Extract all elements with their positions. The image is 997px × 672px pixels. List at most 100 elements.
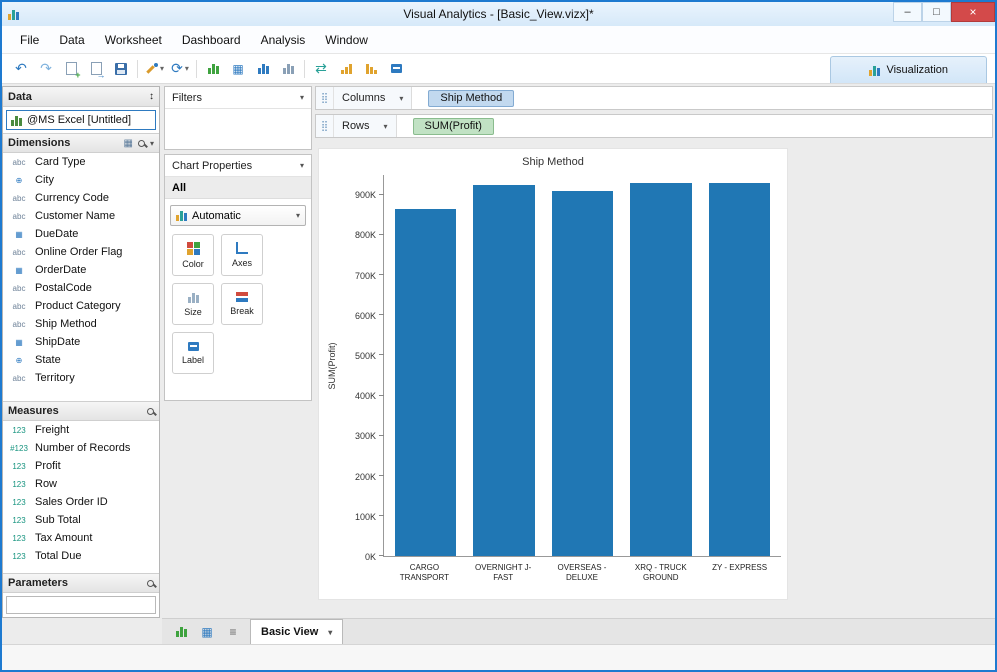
break-button[interactable]: Break bbox=[221, 283, 263, 325]
open-icon[interactable]: → bbox=[87, 59, 106, 80]
new-worksheet-icon[interactable]: + bbox=[62, 59, 81, 80]
dashboard-grid-icon[interactable]: ▦ bbox=[229, 59, 247, 79]
chevron-down-icon[interactable]: ▾ bbox=[300, 161, 304, 170]
dimension-item[interactable]: abc Territory bbox=[3, 369, 159, 387]
sheet-list-icon[interactable]: ≡ bbox=[224, 623, 242, 641]
filters-body[interactable] bbox=[165, 109, 311, 149]
sheet-tab-bar: ▦ ≡ Basic View ▾ bbox=[162, 618, 995, 644]
axes-button[interactable]: Axes bbox=[221, 234, 263, 276]
filters-header[interactable]: Filters ▾ bbox=[165, 87, 311, 109]
color-icon bbox=[186, 241, 200, 255]
bar[interactable] bbox=[551, 191, 614, 556]
chevron-down-icon[interactable]: ▾ bbox=[150, 139, 154, 148]
y-tick-label: 700K bbox=[354, 270, 376, 281]
redo-icon[interactable]: ↷ bbox=[37, 59, 55, 79]
size-button-label: Size bbox=[184, 306, 202, 317]
chevron-down-icon[interactable]: ▾ bbox=[399, 94, 403, 103]
string-icon: abc bbox=[12, 193, 26, 203]
chevron-down-icon[interactable]: ▾ bbox=[384, 122, 388, 131]
bar[interactable] bbox=[473, 185, 535, 556]
visualization-tab[interactable]: Visualization bbox=[830, 56, 987, 83]
data-source-item[interactable]: @MS Excel [Untitled] bbox=[6, 110, 156, 130]
menu-item[interactable]: Analysis bbox=[251, 29, 316, 51]
grip-icon[interactable]: ⣿ bbox=[316, 115, 334, 137]
dimension-label: Card Type bbox=[35, 156, 86, 168]
dimension-item[interactable]: abc Customer Name bbox=[3, 207, 159, 225]
measure-item[interactable]: #123 Number of Records bbox=[3, 439, 159, 457]
chart-small-icon[interactable] bbox=[279, 59, 297, 79]
search-icon[interactable] bbox=[137, 139, 145, 147]
view-data-icon[interactable]: ▦ bbox=[124, 138, 133, 149]
label-icon[interactable] bbox=[387, 59, 405, 79]
new-dashboard-icon[interactable]: ▦ bbox=[198, 623, 216, 641]
close-button[interactable]: × bbox=[951, 2, 995, 22]
measure-item[interactable]: 123 Sales Order ID bbox=[3, 493, 159, 511]
chevron-down-icon[interactable]: ▾ bbox=[328, 628, 332, 637]
string-icon: abc bbox=[12, 157, 26, 167]
columns-shelf[interactable]: ⣿ Columns ▾ Ship Method bbox=[315, 86, 993, 110]
bar[interactable] bbox=[630, 183, 692, 556]
menu-item[interactable]: Window bbox=[315, 29, 378, 51]
refresh-icon[interactable]: ⟳ ▾ bbox=[171, 59, 189, 79]
measure-item[interactable]: 123 Row bbox=[3, 475, 159, 493]
dimension-item[interactable]: abc PostalCode bbox=[3, 279, 159, 297]
measure-item[interactable]: 123 Tax Amount bbox=[3, 529, 159, 547]
parameters-header[interactable]: Parameters bbox=[3, 573, 159, 593]
dimensions-header[interactable]: Dimensions ▦ ▾ bbox=[3, 133, 159, 153]
dimension-item[interactable]: abc Product Category bbox=[3, 297, 159, 315]
menu-item[interactable]: Data bbox=[49, 29, 94, 51]
grip-icon[interactable]: ⣿ bbox=[316, 87, 334, 109]
label-button[interactable]: Label bbox=[172, 332, 214, 374]
chart-card: Ship Method SUM(Profit) 0K 100K 200K 300K 40… bbox=[318, 148, 788, 600]
measure-item[interactable]: 123 Freight bbox=[3, 421, 159, 439]
menu-item[interactable]: File bbox=[10, 29, 49, 51]
rows-pill[interactable]: SUM(Profit) bbox=[412, 117, 494, 135]
chart-properties-header[interactable]: Chart Properties ▾ bbox=[165, 155, 311, 177]
dimension-item[interactable]: abc Online Order Flag bbox=[3, 243, 159, 261]
bar[interactable] bbox=[394, 209, 456, 556]
color-button[interactable]: Color bbox=[172, 234, 214, 276]
dimension-item[interactable]: ▦ ShipDate bbox=[3, 333, 159, 351]
undo-icon[interactable]: ↶ bbox=[12, 59, 30, 79]
chart-pin-icon[interactable] bbox=[254, 59, 272, 79]
clear-formatting-icon[interactable]: ▾ bbox=[145, 59, 164, 79]
dimension-item[interactable]: abc Currency Code bbox=[3, 189, 159, 207]
chart-type-select[interactable]: Automatic ▾ bbox=[170, 205, 306, 226]
data-panel-header[interactable]: Data ↕ bbox=[3, 87, 159, 107]
sort-descending-icon[interactable] bbox=[362, 59, 380, 79]
measure-item[interactable]: 123 Profit bbox=[3, 457, 159, 475]
rows-shelf[interactable]: ⣿ Rows ▾ SUM(Profit) bbox=[315, 114, 993, 138]
sort-ascending-icon[interactable] bbox=[337, 59, 355, 79]
menu-item[interactable]: Worksheet bbox=[95, 29, 172, 51]
minimize-button[interactable]: – bbox=[893, 2, 922, 22]
measure-item[interactable]: 123 Total Due bbox=[3, 547, 159, 565]
search-icon[interactable] bbox=[147, 579, 154, 587]
columns-pill[interactable]: Ship Method bbox=[428, 89, 515, 107]
y-tick-label: 900K bbox=[354, 190, 376, 201]
rows-shelf-control[interactable]: ⣿ Rows ▾ bbox=[316, 115, 397, 137]
size-button[interactable]: Size bbox=[172, 283, 214, 325]
status-bar bbox=[2, 644, 995, 670]
save-icon[interactable] bbox=[112, 59, 130, 79]
dimension-item[interactable]: abc Ship Method bbox=[3, 315, 159, 333]
bar[interactable] bbox=[709, 183, 771, 556]
swap-axes-icon[interactable]: ⇄ bbox=[312, 59, 330, 79]
sort-fields-icon[interactable]: ↕ bbox=[149, 91, 154, 102]
search-icon[interactable] bbox=[147, 407, 154, 415]
new-worksheet-icon[interactable] bbox=[172, 623, 190, 641]
parameters-title: Parameters bbox=[8, 577, 68, 589]
dimension-item[interactable]: ⊕ City bbox=[3, 171, 159, 189]
sheet-tab-basic-view[interactable]: Basic View ▾ bbox=[250, 619, 344, 644]
measures-header[interactable]: Measures bbox=[3, 401, 159, 421]
chevron-down-icon[interactable]: ▾ bbox=[300, 93, 304, 102]
dimension-item[interactable]: ▦ DueDate bbox=[3, 225, 159, 243]
columns-shelf-control[interactable]: ⣿ Columns ▾ bbox=[316, 87, 413, 109]
dimension-item[interactable]: ⊕ State bbox=[3, 351, 159, 369]
dimension-item[interactable]: abc Card Type bbox=[3, 153, 159, 171]
add-chart-icon[interactable] bbox=[204, 59, 222, 79]
maximize-button[interactable]: □ bbox=[922, 2, 951, 22]
measure-item[interactable]: 123 Sub Total bbox=[3, 511, 159, 529]
measure-label: Row bbox=[35, 478, 58, 490]
menu-item[interactable]: Dashboard bbox=[172, 29, 251, 51]
dimension-item[interactable]: ▦ OrderDate bbox=[3, 261, 159, 279]
